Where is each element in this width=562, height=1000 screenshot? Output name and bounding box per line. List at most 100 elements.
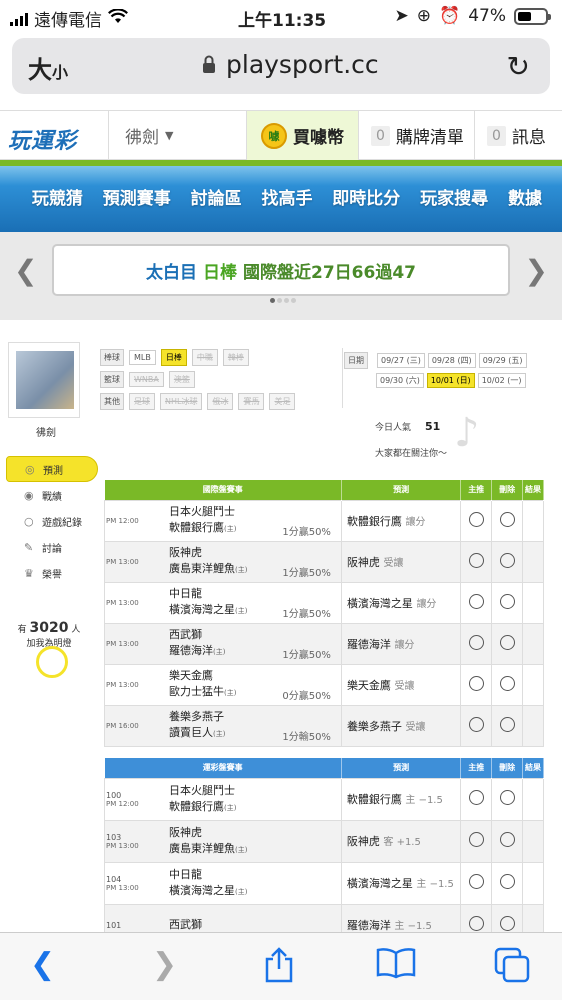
text-size-button[interactable]: 大小 — [28, 50, 68, 85]
home-marker: (主) — [213, 730, 226, 738]
site-logo[interactable]: 玩運彩 — [8, 123, 77, 155]
pick-cell[interactable]: 軟體銀行鷹 主 −1.5 — [340, 777, 462, 821]
chevron-right-icon[interactable]: ❯ — [525, 254, 548, 287]
filter-nbl: 澳籃 — [168, 370, 195, 388]
nav-item-livescore[interactable]: 即時比分 — [332, 184, 400, 209]
filter-npb[interactable]: 日棒 — [160, 348, 187, 366]
main-pick-cell — [460, 540, 493, 583]
col-header-main: 主推 — [460, 480, 493, 500]
date-0927[interactable]: 09/27 (三) — [377, 352, 425, 368]
main-pick-radio[interactable] — [468, 634, 484, 650]
nav-item-experts[interactable]: 找高手 — [261, 184, 312, 209]
status-bar: 遠傳電信 上午11:35 ➤ ⊕ ⏰ 47% — [0, 0, 562, 34]
match-time: PM 12:00 — [106, 799, 139, 808]
date-0929[interactable]: 09/29 (五) — [478, 352, 527, 368]
date-0930[interactable]: 09/30 (六) — [376, 372, 424, 388]
main-pick-radio[interactable] — [468, 916, 484, 931]
delete-radio[interactable] — [499, 675, 515, 691]
pick-team: 橫濱海灣之星 — [346, 877, 413, 890]
delete-radio[interactable] — [499, 874, 515, 889]
sidebar-item-predict[interactable]: ◎ 預測 — [6, 456, 98, 482]
col-header-pick: 預測 — [341, 758, 462, 778]
trophy-icon: ♛ — [24, 566, 34, 580]
match-time: PM 13:00 — [106, 883, 139, 892]
delete-radio[interactable] — [499, 511, 515, 527]
fans-count[interactable]: 有 3020 人 加我為明燈 — [4, 620, 94, 649]
main-pick-radio[interactable] — [468, 716, 484, 732]
pick-cell[interactable]: 軟體銀行鷹 讓分 — [340, 499, 462, 542]
pick-team: 阪神虎 — [346, 555, 380, 569]
delete-radio[interactable] — [499, 832, 515, 847]
sidebar-item-game-log[interactable]: ○ 遊戲紀錄 — [6, 508, 98, 534]
away-team: 日本火腿鬥士 — [169, 783, 235, 797]
nav-item-player-search[interactable]: 玩家搜尋 — [420, 184, 488, 209]
delete-radio[interactable] — [499, 790, 515, 805]
basketball-label: 籃球 — [100, 370, 124, 388]
main-pick-radio[interactable] — [468, 593, 484, 609]
banner-card[interactable]: 太白目 日棒 國際盤近27日66過47 — [52, 244, 510, 296]
avatar-card[interactable] — [8, 342, 80, 418]
filter-mlb[interactable]: MLB — [129, 349, 156, 365]
match-cell: PM 12:00 日本火腿鬥士 軟體銀行鷹(主) 1分贏50% — [104, 499, 342, 542]
signal-icon — [10, 12, 28, 26]
date-0928[interactable]: 09/28 (四) — [427, 352, 476, 368]
main-pick-radio[interactable] — [468, 790, 484, 805]
pick-cell[interactable]: 養樂多燕子 受讓 — [340, 704, 462, 747]
cart-button[interactable]: 0 購牌清單 — [358, 111, 474, 160]
date-1001[interactable]: 10/01 (日) — [426, 372, 475, 388]
main-pick-radio[interactable] — [468, 552, 484, 568]
match-number: 104 — [106, 874, 122, 884]
nav-item-data[interactable]: 數據 — [508, 184, 542, 209]
user-menu[interactable]: 彿劍 ▼ — [108, 111, 246, 160]
coin-icon: 噱 — [261, 122, 287, 149]
main-pick-radio[interactable] — [468, 511, 484, 527]
date-1002[interactable]: 10/02 (一) — [477, 372, 526, 388]
nav-item-predict[interactable]: 預測賽事 — [103, 184, 171, 209]
delete-radio[interactable] — [499, 552, 515, 568]
pick-cell[interactable]: 橫濱海灣之星 讓分 — [340, 581, 462, 624]
table-row: PM 13:00 中日龍 橫濱海灣之星(主) 1分贏50% 橫濱海灣之星 讓分 — [104, 581, 544, 624]
alarm-icon: ⏰ — [439, 6, 461, 26]
pick-cell[interactable]: 阪神虎 受讓 — [340, 540, 462, 583]
match-cell: 104 PM 13:00 中日龍 橫濱海灣之星(主) — [104, 861, 342, 905]
delete-cell — [491, 704, 524, 747]
pick-cell[interactable]: 阪神虎 客 +1.5 — [340, 819, 462, 863]
pick-cell[interactable]: 橫濱海灣之星 主 −1.5 — [340, 861, 462, 905]
delete-radio[interactable] — [499, 593, 515, 609]
address-bar[interactable]: 大小 playsport.cc ↻ — [12, 38, 550, 94]
intl-odds-table: 國際盤賽事 預測 主推 刪除 結果 PM 12:00 日本火腿鬥士 軟體銀行鷹(主)… — [104, 480, 544, 747]
main-pick-radio[interactable] — [468, 832, 484, 847]
sidebar-item-record[interactable]: ◉ 戰績 — [6, 482, 98, 508]
reload-icon[interactable]: ↻ — [507, 50, 530, 83]
pick-note: 讓分 — [394, 639, 415, 651]
url-field[interactable]: playsport.cc — [202, 50, 379, 79]
sidebar-username[interactable]: 彿劍 — [0, 424, 92, 439]
bookmarks-icon[interactable] — [376, 947, 416, 987]
filter-horse: 賽馬 — [238, 392, 265, 410]
delete-radio[interactable] — [499, 716, 515, 732]
chevron-left-icon[interactable]: ❮ — [14, 254, 37, 287]
col-header-intl: 國際盤賽事 — [104, 480, 342, 500]
delete-radio[interactable] — [499, 634, 515, 650]
messages-button[interactable]: 0 訊息 — [474, 111, 562, 160]
home-team: 廣島東洋鯉魚 — [169, 841, 235, 855]
table-row: 100 PM 12:00 日本火腿鬥士 軟體銀行鷹(主) 軟體銀行鷹 主 −1.5 — [104, 777, 544, 821]
back-icon[interactable]: ❮ — [30, 947, 55, 982]
share-icon[interactable] — [262, 947, 296, 991]
pick-note: 讓分 — [405, 516, 426, 528]
delete-cell — [491, 540, 524, 583]
result-cell — [522, 540, 544, 583]
main-pick-radio[interactable] — [468, 675, 484, 691]
watching-text: 大家都在關注你～ — [375, 449, 448, 459]
main-pick-radio[interactable] — [468, 874, 484, 889]
pick-cell[interactable]: 羅德海洋 讓分 — [340, 622, 462, 665]
sidebar-item-discuss[interactable]: ✎ 討論 — [6, 534, 98, 560]
nav-item-forum[interactable]: 討論區 — [191, 184, 242, 209]
sidebar-item-honor[interactable]: ♛ 榮譽 — [6, 560, 98, 586]
tabs-icon[interactable] — [494, 947, 532, 991]
pick-cell[interactable]: 樂天金鷹 受讓 — [340, 663, 462, 706]
delete-radio[interactable] — [499, 916, 515, 931]
buy-coin-button[interactable]: 噱 買噱幣 — [246, 111, 358, 160]
nav-item-guess[interactable]: 玩競猜 — [32, 184, 83, 209]
match-time: PM 13:00 — [106, 680, 139, 689]
